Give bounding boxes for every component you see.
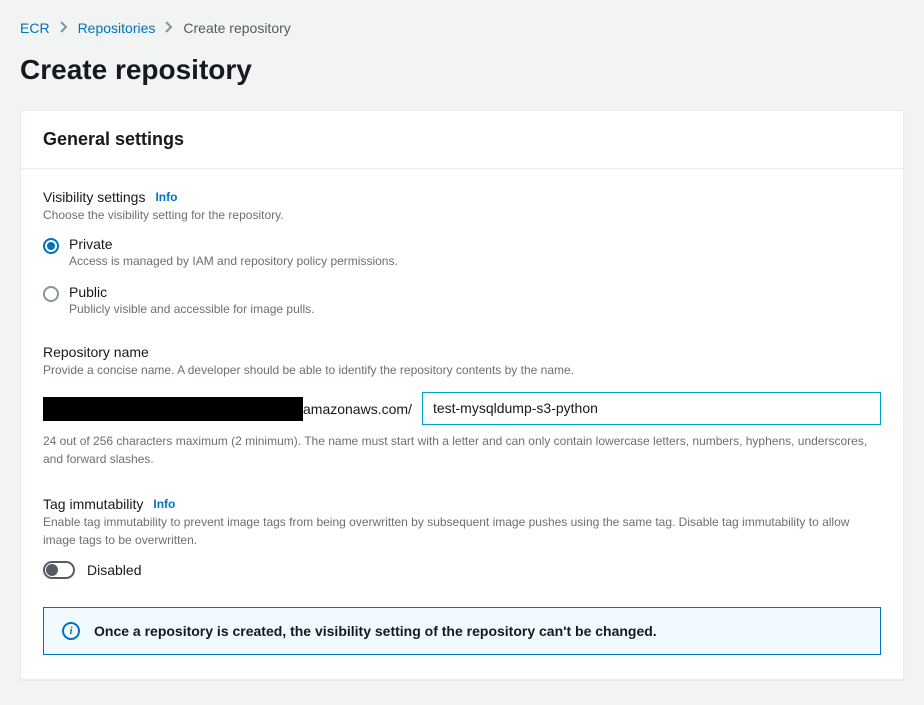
repository-name-constraint: 24 out of 256 characters maximum (2 mini… <box>43 433 881 468</box>
visibility-radio-public[interactable]: Public Publicly visible and accessible f… <box>43 284 881 316</box>
tag-immutability-info-link[interactable]: Info <box>153 497 175 511</box>
repository-name-input[interactable] <box>422 392 881 426</box>
info-icon: i <box>62 622 80 640</box>
radio-desc: Access is managed by IAM and repository … <box>69 254 398 268</box>
tag-immutability-state: Disabled <box>87 562 141 578</box>
panel-header: General settings <box>21 111 903 169</box>
breadcrumb-current: Create repository <box>183 20 290 36</box>
radio-icon <box>43 286 59 302</box>
radio-icon <box>43 238 59 254</box>
tag-immutability-help: Enable tag immutability to prevent image… <box>43 514 881 549</box>
radio-desc: Publicly visible and accessible for imag… <box>69 302 314 316</box>
breadcrumb-link-ecr[interactable]: ECR <box>20 20 50 36</box>
visibility-radio-private[interactable]: Private Access is managed by IAM and rep… <box>43 236 881 268</box>
page-title: Create repository <box>20 54 904 86</box>
redacted-account-id <box>43 397 303 421</box>
registry-uri-prefix: amazonaws.com/ <box>43 392 412 426</box>
chevron-right-icon <box>165 20 173 36</box>
tag-immutability-label: Tag immutability <box>43 496 143 512</box>
chevron-right-icon <box>60 20 68 36</box>
visibility-help: Choose the visibility setting for the re… <box>43 207 881 224</box>
panel-title: General settings <box>43 129 881 150</box>
visibility-radio-group: Private Access is managed by IAM and rep… <box>43 236 881 316</box>
toggle-knob-icon <box>46 564 58 576</box>
repository-name-help: Provide a concise name. A developer shou… <box>43 362 881 379</box>
visibility-info-link[interactable]: Info <box>155 190 177 204</box>
repository-name-section: Repository name Provide a concise name. … <box>43 344 881 468</box>
general-settings-panel: General settings Visibility settings Inf… <box>20 110 904 680</box>
visibility-section: Visibility settings Info Choose the visi… <box>43 189 881 316</box>
breadcrumb-link-repositories[interactable]: Repositories <box>78 20 156 36</box>
visibility-immutable-alert: i Once a repository is created, the visi… <box>43 607 881 655</box>
tag-immutability-section: Tag immutability Info Enable tag immutab… <box>43 496 881 579</box>
radio-title: Private <box>69 236 398 252</box>
radio-title: Public <box>69 284 314 300</box>
registry-domain-suffix: amazonaws.com/ <box>303 401 412 417</box>
tag-immutability-toggle[interactable] <box>43 561 75 579</box>
repository-name-label: Repository name <box>43 344 149 360</box>
visibility-label: Visibility settings <box>43 189 145 205</box>
alert-text: Once a repository is created, the visibi… <box>94 623 657 639</box>
breadcrumb: ECR Repositories Create repository <box>20 20 904 36</box>
